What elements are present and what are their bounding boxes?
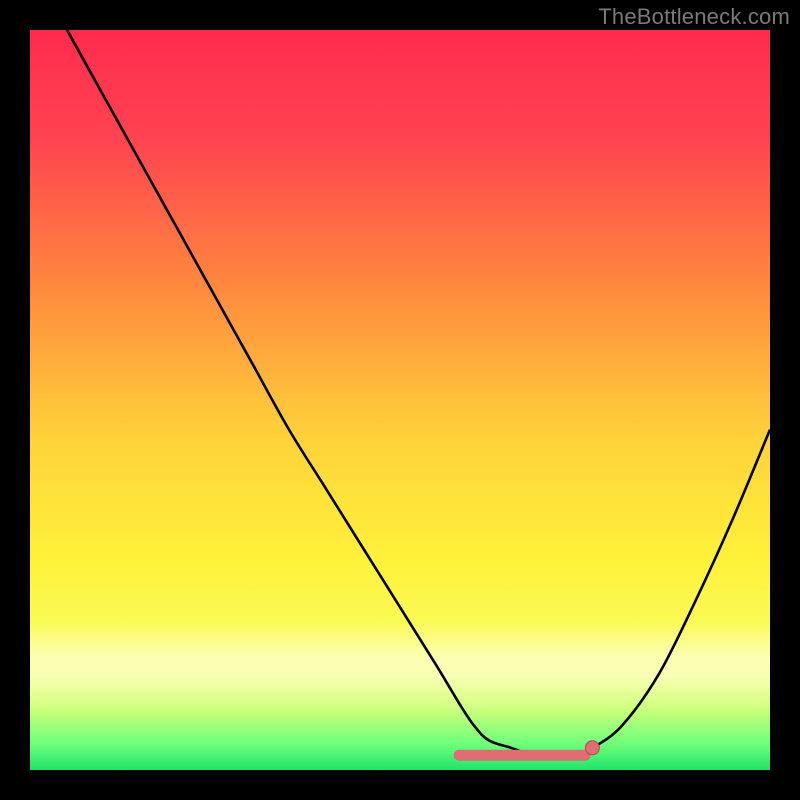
plot-area — [30, 30, 770, 770]
selected-point-marker — [585, 741, 599, 755]
curve-layer — [30, 30, 770, 770]
chart-frame: TheBottleneck.com — [0, 0, 800, 800]
watermark-text: TheBottleneck.com — [598, 4, 790, 30]
bottleneck-curve — [67, 30, 770, 756]
